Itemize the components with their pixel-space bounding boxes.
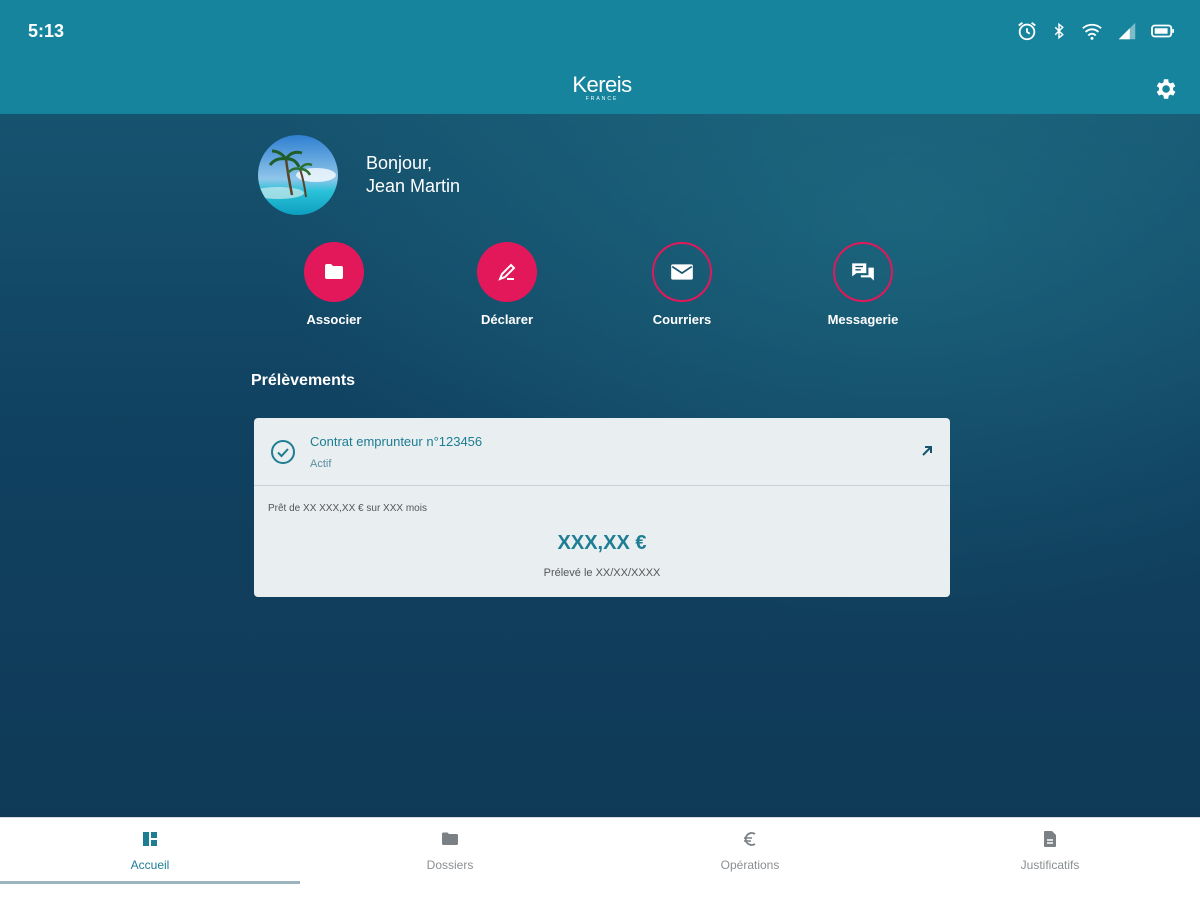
- contract-status: Actif: [310, 458, 332, 470]
- bluetooth-icon: [1054, 22, 1064, 40]
- status-bar: 5:13: [0, 0, 1200, 62]
- kereis-logo: Kereis FRANCE: [569, 72, 635, 108]
- avatar[interactable]: [258, 135, 338, 215]
- nav-justificatifs-label: Justificatifs: [1020, 858, 1080, 872]
- active-tab-indicator: [0, 881, 300, 884]
- status-time: 5:13: [28, 21, 65, 41]
- bottom-navigation: Accueil Dossiers Opérations Justificatif…: [0, 817, 1200, 900]
- messagerie-icon-circle: [833, 242, 893, 302]
- nav-accueil[interactable]: Accueil: [0, 818, 300, 900]
- folder-icon: [442, 832, 458, 845]
- app-bar: Kereis FRANCE: [0, 62, 1200, 114]
- nav-accueil-label: Accueil: [130, 858, 170, 872]
- nav-dossiers-label: Dossiers: [426, 858, 474, 872]
- logo-text: Kereis: [572, 72, 632, 97]
- debit-amount: XXX,XX €: [557, 532, 647, 554]
- nav-operations[interactable]: Opérations: [600, 818, 900, 900]
- nav-dossiers[interactable]: Dossiers: [300, 818, 600, 900]
- contract-card-header[interactable]: Contrat emprunteur n°123456 Actif: [254, 418, 950, 486]
- associer-button[interactable]: Associer: [264, 242, 404, 327]
- check-circle-icon: [271, 440, 295, 464]
- declarer-button[interactable]: Déclarer: [437, 242, 577, 327]
- associer-icon-circle: [304, 242, 364, 302]
- alarm-icon: [1018, 22, 1036, 41]
- signal-icon: [1118, 22, 1136, 40]
- folder-icon: [325, 264, 343, 279]
- nav-operations-label: Opérations: [720, 858, 780, 872]
- messagerie-label: Messagerie: [827, 312, 899, 327]
- contract-title: Contrat emprunteur n°123456: [310, 434, 483, 449]
- associer-label: Associer: [306, 312, 362, 327]
- mail-icon: [671, 264, 693, 280]
- debit-date: Prélevé le XX/XX/XXXX: [543, 567, 661, 579]
- loan-description: Prêt de XX XXX,XX € sur XXX mois: [268, 503, 427, 514]
- user-name: Jean Martin: [366, 176, 461, 196]
- beach-photo: [258, 135, 338, 215]
- document-icon: [1044, 831, 1056, 847]
- arrow-up-right-icon[interactable]: [920, 444, 934, 458]
- greeting: Bonjour, Jean Martin: [366, 152, 460, 198]
- contract-card[interactable]: Contrat emprunteur n°123456 Actif Prêt d…: [254, 418, 950, 597]
- status-icons: [1016, 20, 1176, 42]
- edit-icon: [498, 263, 516, 281]
- declarer-label: Déclarer: [480, 312, 534, 327]
- battery-icon: [1151, 24, 1174, 38]
- dashboard-icon: [143, 832, 157, 846]
- messagerie-button[interactable]: Messagerie: [793, 242, 933, 327]
- section-title: Prélèvements: [251, 372, 356, 389]
- wifi-icon: [1082, 23, 1102, 40]
- gear-icon[interactable]: [1152, 76, 1178, 102]
- greeting-line1: Bonjour,: [366, 153, 433, 173]
- courriers-button[interactable]: Courriers: [612, 242, 752, 327]
- declarer-icon-circle: [477, 242, 537, 302]
- euro-icon: [744, 832, 756, 846]
- nav-justificatifs[interactable]: Justificatifs: [900, 818, 1200, 900]
- courriers-icon-circle: [652, 242, 712, 302]
- courriers-label: Courriers: [652, 312, 712, 327]
- chat-icon: [852, 263, 874, 281]
